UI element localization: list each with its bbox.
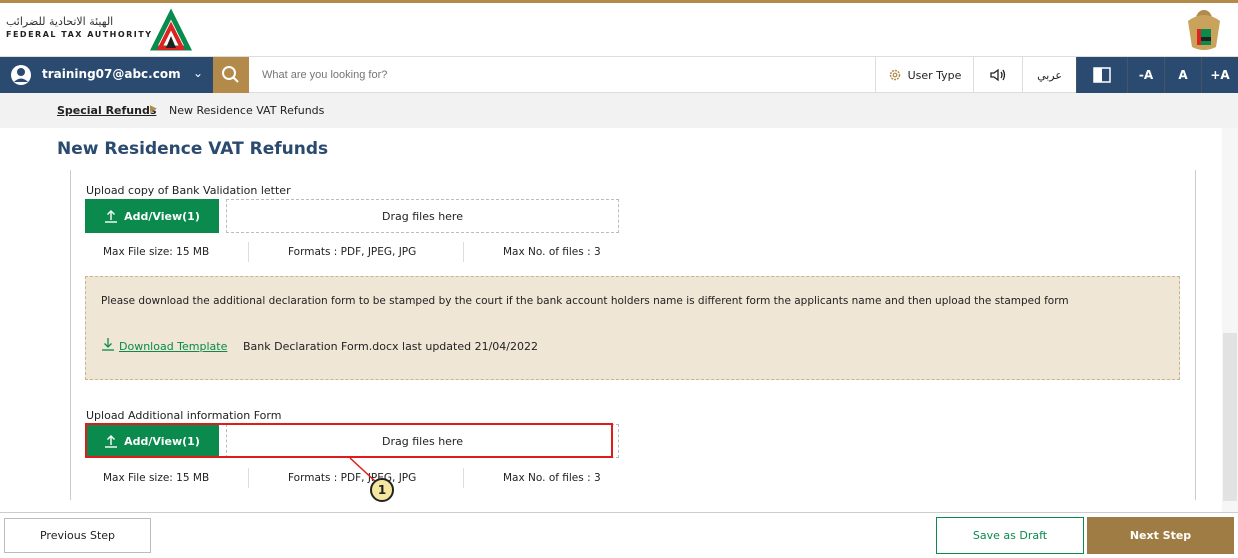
callout-pointer (349, 457, 377, 483)
footer-bar: Previous Step Save as Draft Next Step (0, 512, 1238, 558)
next-step-button[interactable]: Next Step (1087, 517, 1234, 554)
save-as-draft-button[interactable]: Save as Draft (936, 517, 1084, 554)
step-callout-badge: 1 (370, 478, 394, 502)
previous-step-button[interactable]: Previous Step (4, 518, 151, 553)
